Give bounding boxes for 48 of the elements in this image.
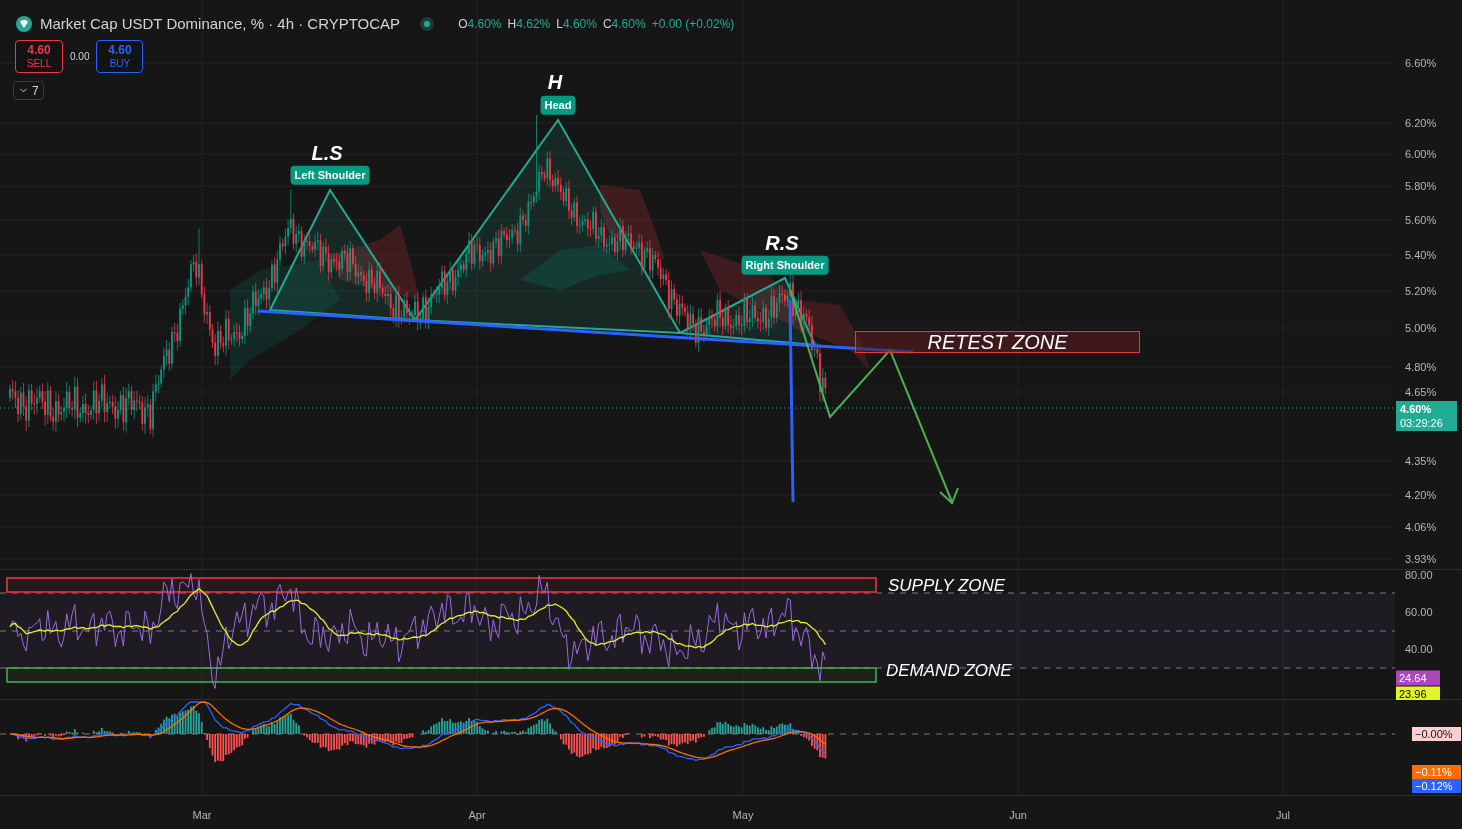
price-axis-label: 5.80% <box>1405 178 1437 194</box>
rsi-axis-label: 80.00 <box>1405 567 1433 583</box>
pattern-title: R.S <box>765 231 799 256</box>
price-axis-label: 4.80% <box>1405 359 1437 375</box>
rsi-axis-label: 60.00 <box>1405 604 1433 620</box>
rsi-axis-label: 40.00 <box>1405 641 1433 657</box>
rsi-value-badge: 24.64 <box>1396 670 1440 686</box>
price-axis-label: 6.00% <box>1405 146 1437 162</box>
price-axis-label: 5.40% <box>1405 247 1437 263</box>
time-axis-label: Apr <box>468 808 486 823</box>
market-status-icon <box>420 17 435 32</box>
ohlc-value: H4.62% <box>507 16 551 34</box>
price-axis-label: 6.20% <box>1405 115 1437 131</box>
zone-label: SUPPLY ZONE <box>888 575 1006 597</box>
macd-value-badge: −0.12% <box>1412 779 1461 793</box>
price-axis-label: 5.60% <box>1405 212 1437 228</box>
time-axis-label: Jun <box>1009 808 1027 823</box>
pattern-label: Head <box>540 95 576 115</box>
time-axis-label: May <box>732 808 754 823</box>
buy-button[interactable]: 4.60 BUY <box>96 40 144 73</box>
macd-value-badge: −0.11% <box>1412 765 1461 779</box>
price-axis-label: 4.65% <box>1405 384 1437 400</box>
gem-icon <box>16 16 32 33</box>
pattern-label: Right Shoulder <box>741 255 829 275</box>
price-change: +0.00 (+0.02%) <box>651 16 735 34</box>
price-axis-label: 6.60% <box>1405 55 1437 71</box>
spread-value: 0.00 <box>70 50 90 64</box>
price-axis-label: 5.20% <box>1405 283 1437 299</box>
time-axis-label: Mar <box>192 808 212 823</box>
price-axis-label: 3.93% <box>1405 551 1437 567</box>
price-axis-label: 4.20% <box>1405 487 1437 503</box>
pattern-title: L.S <box>311 141 343 166</box>
ohlc-value: O4.60% <box>458 16 502 34</box>
indicators-toggle[interactable]: 7 <box>13 81 44 100</box>
ohlc-value: L4.60% <box>556 16 597 34</box>
price-axis-label: 4.35% <box>1405 453 1437 469</box>
zone-label: DEMAND ZONE <box>886 660 1012 682</box>
price-axis-label: 4.06% <box>1405 519 1437 535</box>
time-axis-label: Jul <box>1275 808 1291 823</box>
pattern-label: Left Shoulder <box>290 165 370 185</box>
pattern-title: H <box>547 70 563 95</box>
macd-value-badge: −0.00% <box>1412 727 1461 741</box>
ohlc-value: C4.60% <box>602 16 646 34</box>
sell-button[interactable]: 4.60 SELL <box>15 40 63 73</box>
price-axis-label: 5.00% <box>1405 320 1437 336</box>
last-price-badge: 4.60% 03:29:26 <box>1396 401 1457 431</box>
retest-zone: RETEST ZONE <box>855 331 1140 353</box>
symbol-title: Market Cap USDT Dominance, % · 4h · CRYPTOCAP <box>40 14 401 34</box>
